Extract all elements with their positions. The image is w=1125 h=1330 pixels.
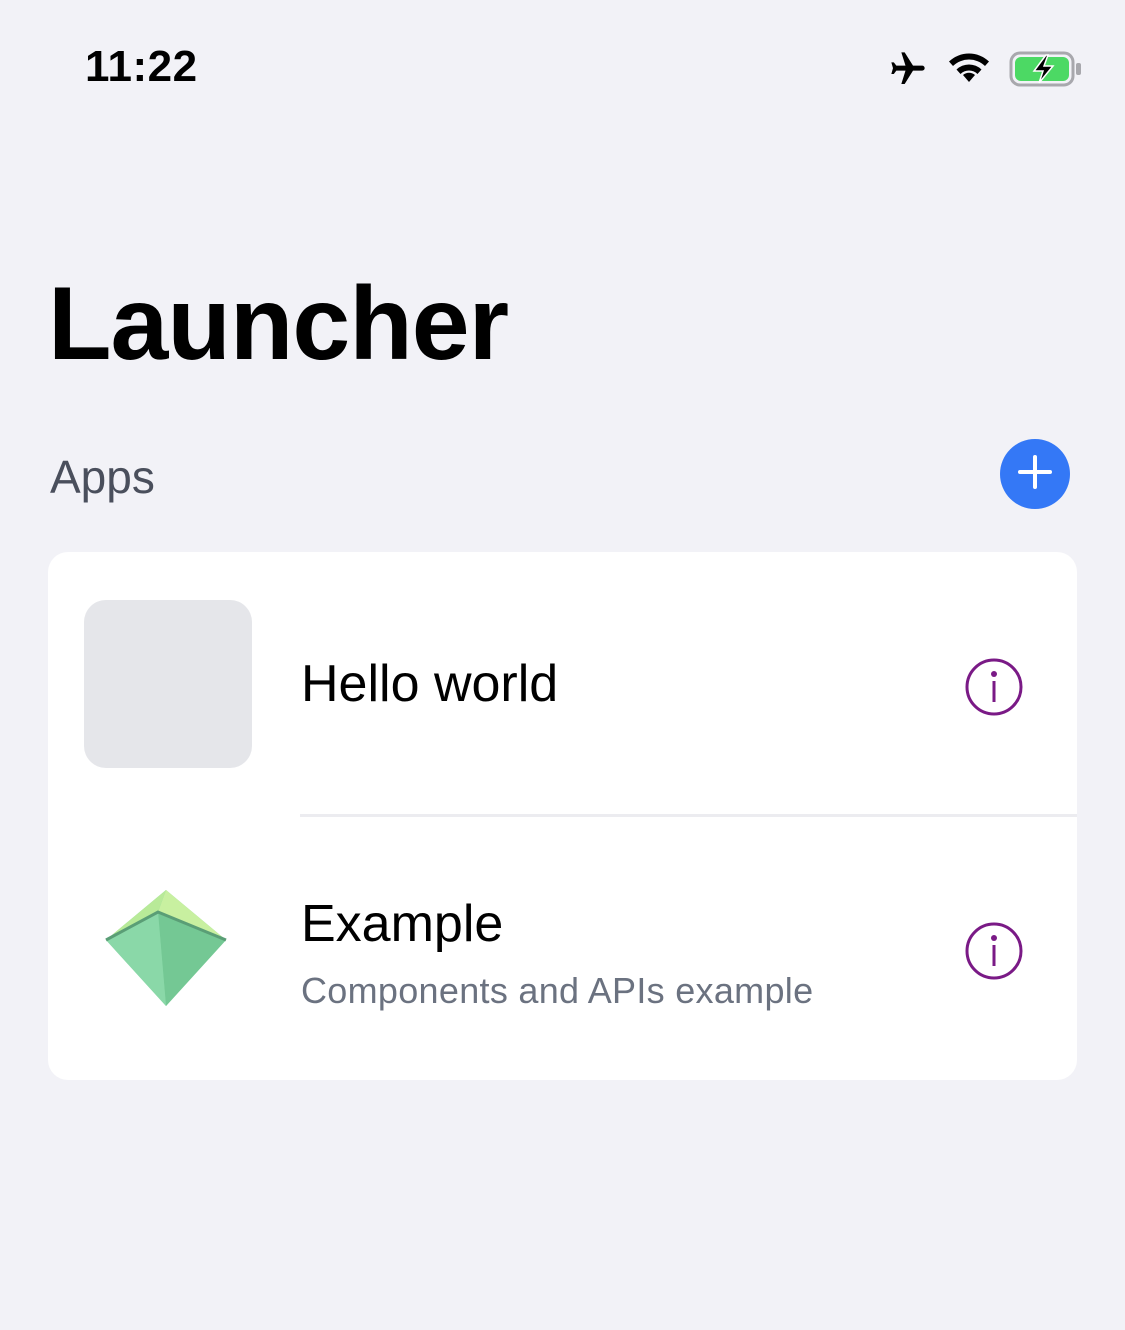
app-name: Example	[301, 895, 504, 953]
app-description: Components and APIs example	[301, 970, 814, 1011]
section-label: Apps	[50, 451, 155, 503]
info-icon	[965, 922, 1023, 984]
apps-section-header: Apps	[48, 436, 1078, 516]
wifi-icon	[947, 52, 991, 86]
plus-icon	[1015, 452, 1055, 497]
airplane-icon	[887, 49, 929, 89]
status-bar: 11:22	[0, 0, 1125, 140]
status-icons	[887, 46, 1083, 92]
info-icon	[965, 658, 1023, 720]
gem-icon	[102, 884, 230, 1012]
placeholder-icon	[84, 600, 252, 768]
list-item[interactable]: Hello world	[48, 552, 1077, 817]
apps-list: Hello world Example Components and APIs …	[48, 552, 1077, 1080]
battery-charging-icon	[1009, 50, 1083, 88]
add-app-button[interactable]	[1000, 439, 1070, 509]
info-button[interactable]	[965, 922, 1023, 980]
app-name: Hello world	[301, 655, 559, 713]
status-time: 11:22	[85, 42, 198, 91]
list-item[interactable]: Example Components and APIs example	[48, 816, 1077, 1080]
page-title: Launcher	[48, 266, 509, 382]
info-button[interactable]	[965, 658, 1023, 716]
